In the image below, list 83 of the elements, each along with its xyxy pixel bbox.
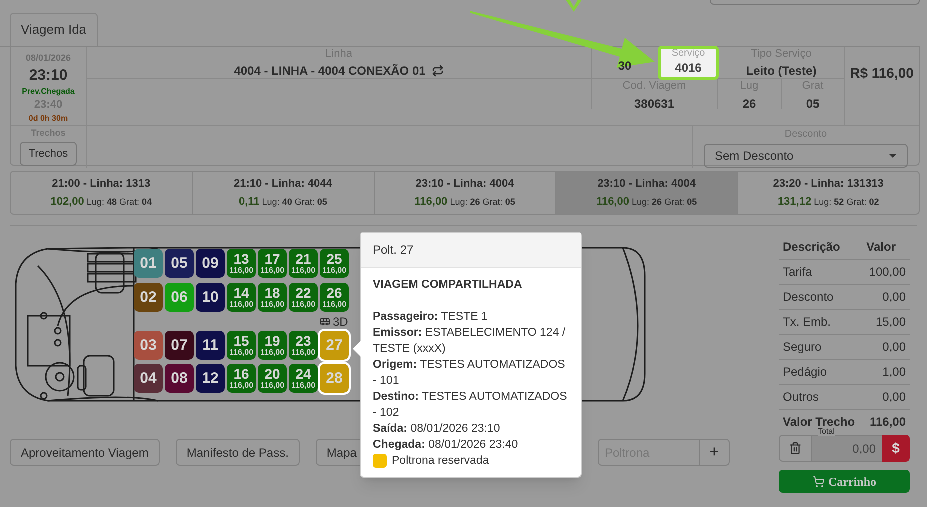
fare-label: Desconto [783,289,834,306]
caret-icon [889,154,897,158]
fare-value: 0,00 [882,289,906,306]
fare-label: Seguro [783,339,822,356]
price: R$ 116,00 [850,64,914,83]
pay-button[interactable]: $ [882,435,910,462]
seat[interactable]: 18 116,00 [258,283,287,312]
trip-code: 380631 [634,96,675,113]
seat[interactable]: 12 [196,364,225,393]
seat[interactable]: 05 [165,249,194,278]
seat[interactable]: 09 [196,249,225,278]
seat[interactable]: 11 [196,331,225,360]
action-button[interactable]: Manifesto de Pass. [176,439,300,466]
fare-value: 1,00 [882,364,906,381]
passenger-detail: Emissor: ESTABELECIMENTO 124 / TESTE (xxxX) [373,326,567,357]
passenger-detail: Saída: 08/01/2026 23:10 [373,422,502,437]
seat[interactable]: 01 [134,249,163,278]
column-header: Valor [866,238,896,256]
seat[interactable]: 14 116,00 [227,283,256,312]
passenger-detail: Destino: TESTES AUTOMATIZADOS - 102 [373,390,568,421]
passenger-detail: Origem: TESTES AUTOMATIZADOS - 101 [373,358,566,389]
popover-heading: VIAGEM COMPARTILHADA [373,278,524,293]
fare-label: Pedágio [783,364,828,381]
trash-icon [789,442,802,455]
arrival-label: Prev.Chegada [22,86,75,98]
seat[interactable]: 10 [196,283,225,312]
cart-button[interactable]: Carrinho [779,470,910,493]
line-name: 4004 - LINHA - 4004 CONEXÃO 01 [234,63,426,80]
deck-label: 3D [320,312,348,330]
seats-count: 26 [742,96,756,113]
departure-time: 23:10 [29,66,68,86]
seat[interactable]: 21 116,00 [289,249,318,278]
total-field-label: Total [818,428,835,436]
trip-card[interactable]: 23:10 - Linha: 4004 116,00 Lug: 26 Grat: 05 [556,172,738,214]
segments-button[interactable]: Trechos [20,142,78,166]
seat[interactable]: 20 116,00 [258,364,287,393]
popover-title: Polt. 27 [373,243,414,257]
seat[interactable]: 13 116,00 [227,249,256,278]
seat[interactable]: 16 116,00 [227,364,256,393]
delete-button[interactable] [779,435,812,462]
seat[interactable]: 24 116,00 [289,364,318,393]
service-label: Serviço [672,49,706,59]
trip-card[interactable]: 23:20 - Linha: 131313 131,12 Lug: 52 Grat: 02 [738,172,919,214]
seat[interactable]: 08 [165,364,194,393]
trip-card[interactable]: 21:10 - Linha: 4044 0,11 Lug: 40 Grat: 05 [192,172,375,214]
fare-label: Outros [783,389,820,406]
passenger-detail: Chegada: 08/01/2026 23:40 [373,438,520,453]
fare-value: 0,00 [882,339,906,356]
passenger-detail: Passageiro: TESTE 1 [373,310,489,325]
bus-icon [320,316,331,327]
arrow-tip-drawing [566,0,582,12]
free-count: 05 [806,96,820,113]
cart-icon [812,476,824,488]
seat[interactable]: 22 116,00 [289,283,318,312]
column-header: Descrição [783,238,840,256]
seat[interactable]: 03 [134,331,163,360]
swap-icon[interactable] [432,65,444,77]
discount-select[interactable]: Sem Desconto [704,144,908,168]
seat[interactable]: 17 116,00 [258,249,287,278]
seat[interactable]: 02 [134,283,163,312]
total-value: 116,00 [870,414,906,431]
seat[interactable]: 07 [165,331,194,360]
legend-text: Poltrona reservada [392,454,490,469]
fare-label: Tarifa [783,264,812,281]
fare-label: Tx. Emb. [783,314,832,331]
total-field[interactable]: 0,00 [812,435,882,462]
action-button[interactable]: Aproveitamento Viagem [10,439,160,466]
trip-card[interactable]: 21:00 - Linha: 1313 102,00 Lug: 48 Grat: 04 [11,172,193,214]
seat[interactable]: 23 116,00 [289,331,318,360]
service-value: 4016 [675,60,702,77]
fare-value: 0,00 [882,389,906,406]
total-label: Valor Trecho [783,414,856,429]
fare-value: 15,00 [876,314,906,331]
seat[interactable]: 25 116,00 [320,249,349,278]
seat[interactable]: 19 116,00 [258,331,287,360]
duration: 0d 0h 30m [28,112,68,124]
seat[interactable]: 04 [134,364,163,393]
seat[interactable]: 15 116,00 [227,331,256,360]
seat[interactable]: 26 116,00 [320,283,349,312]
add-button[interactable]: + [698,440,729,465]
fare-value: 100,00 [869,264,906,281]
tab[interactable]: Viagem Ida [10,13,98,46]
service-type: Leito (Teste) [746,63,817,80]
